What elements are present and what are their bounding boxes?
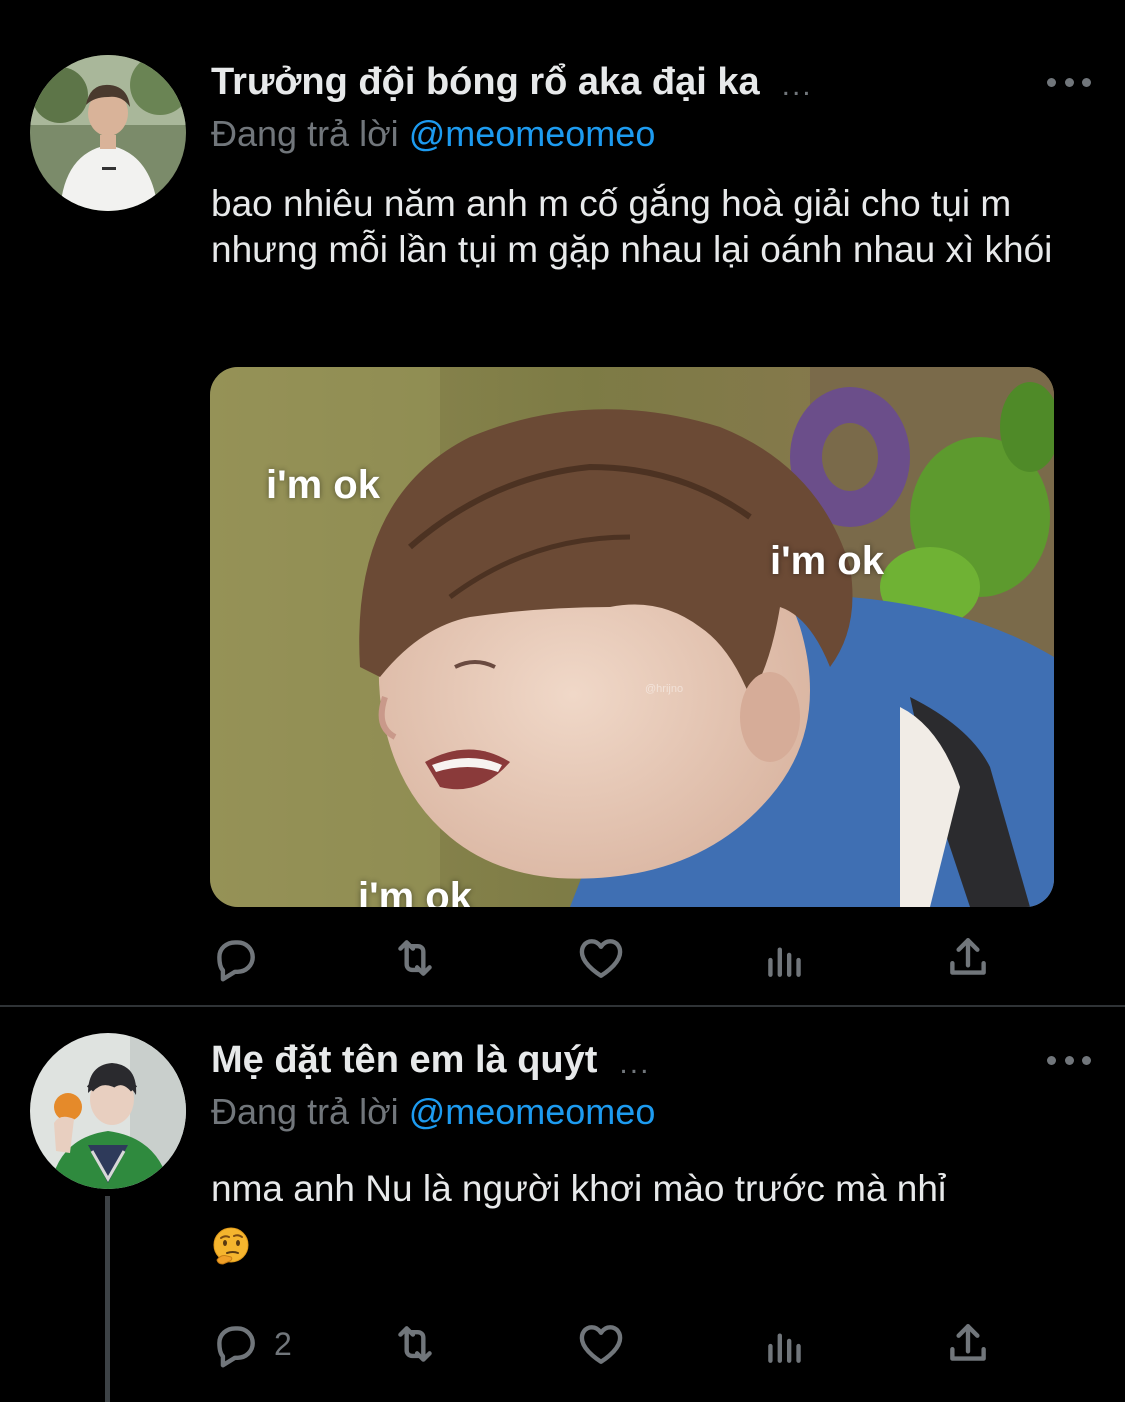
tweet-divider [0,1005,1125,1007]
reply-icon [217,1326,255,1368]
reply-prefix: Đang trả lời [211,113,399,154]
timeline-feed: Trưởng đội bóng rổ aka đại ka ... Đang t… [0,0,1125,1402]
meme-caption: i'm ok [266,463,380,507]
like-icon [579,939,623,978]
retweet-icon [398,1326,432,1362]
more-icon-dot [1047,1055,1056,1065]
more-icon-dot [1064,77,1074,87]
thread-connector-line [105,1196,110,1402]
views-icon [768,1333,801,1363]
like-button[interactable] [576,932,640,984]
reply-context: Đang trả lời @meomeomeo [211,113,655,155]
retweet-icon [398,940,432,976]
tweet[interactable]: Trưởng đội bóng rổ aka đại ka ... Đang t… [0,0,1125,1006]
tweet-text-block: nma anh Nu là người khơi mào trước mà nh… [211,1166,1091,1277]
thinking-face-emoji [211,1226,251,1277]
author-display-name[interactable]: Trưởng đội bóng rổ aka đại ka [211,61,760,104]
avatar[interactable] [30,1033,186,1189]
thinking-face-icon [213,1227,249,1265]
like-button[interactable] [576,1318,640,1370]
media-image [210,367,1054,907]
more-icon-dot [1064,1055,1074,1065]
name-truncation: ... [619,1047,651,1080]
like-icon [579,1325,623,1364]
views-icon [768,947,801,977]
reply-handle-link[interactable]: @meomeomeo [409,113,656,154]
name-truncation: ... [781,69,813,102]
tweet-actions: 2 [210,1318,1000,1370]
tweet-media[interactable]: i'm ok i'm ok i'm ok @hrijno [210,367,1054,907]
share-button[interactable] [943,932,993,984]
meme-caption: i'm ok [358,875,472,907]
reply-button[interactable] [210,932,274,984]
share-icon [950,938,986,975]
avatar[interactable] [30,55,186,211]
views-button[interactable] [760,1318,810,1370]
retweet-button[interactable] [390,932,454,984]
avatar-photo [30,55,186,211]
reply-prefix: Đang trả lời [211,1091,399,1132]
more-options-button[interactable] [1047,67,1091,97]
reply-count: 2 [274,1325,292,1362]
more-icon-dot [1082,1055,1091,1065]
tweet-actions [210,932,1000,984]
reply-handle-link[interactable]: @meomeomeo [409,1091,656,1132]
more-icon-dot [1047,77,1056,87]
reply-icon [217,940,255,982]
tweet-text: nma anh Nu là người khơi mào trước mà nh… [211,1168,947,1209]
share-button[interactable] [943,1318,993,1370]
author-display-name[interactable]: Mẹ đặt tên em là quýt [211,1039,597,1082]
author-row: Mẹ đặt tên em là quýt ... [211,1034,650,1086]
retweet-button[interactable] [390,1318,454,1370]
more-icon-dot [1082,77,1091,87]
author-row: Trưởng đội bóng rổ aka đại ka ... [211,56,813,108]
media-watermark: @hrijno [645,683,684,695]
tweet[interactable]: Mẹ đặt tên em là quýt ... Đang trả lời @… [0,1008,1125,1402]
share-icon [950,1324,986,1361]
meme-caption: i'm ok [770,539,884,583]
reply-button[interactable]: 2 [210,1318,292,1370]
views-button[interactable] [760,932,810,984]
avatar-photo [30,1033,186,1189]
tweet-text: bao nhiêu năm anh m cố gắng hoà giải cho… [211,183,1053,270]
reply-context: Đang trả lời @meomeomeo [211,1091,655,1133]
more-options-button[interactable] [1047,1045,1091,1075]
